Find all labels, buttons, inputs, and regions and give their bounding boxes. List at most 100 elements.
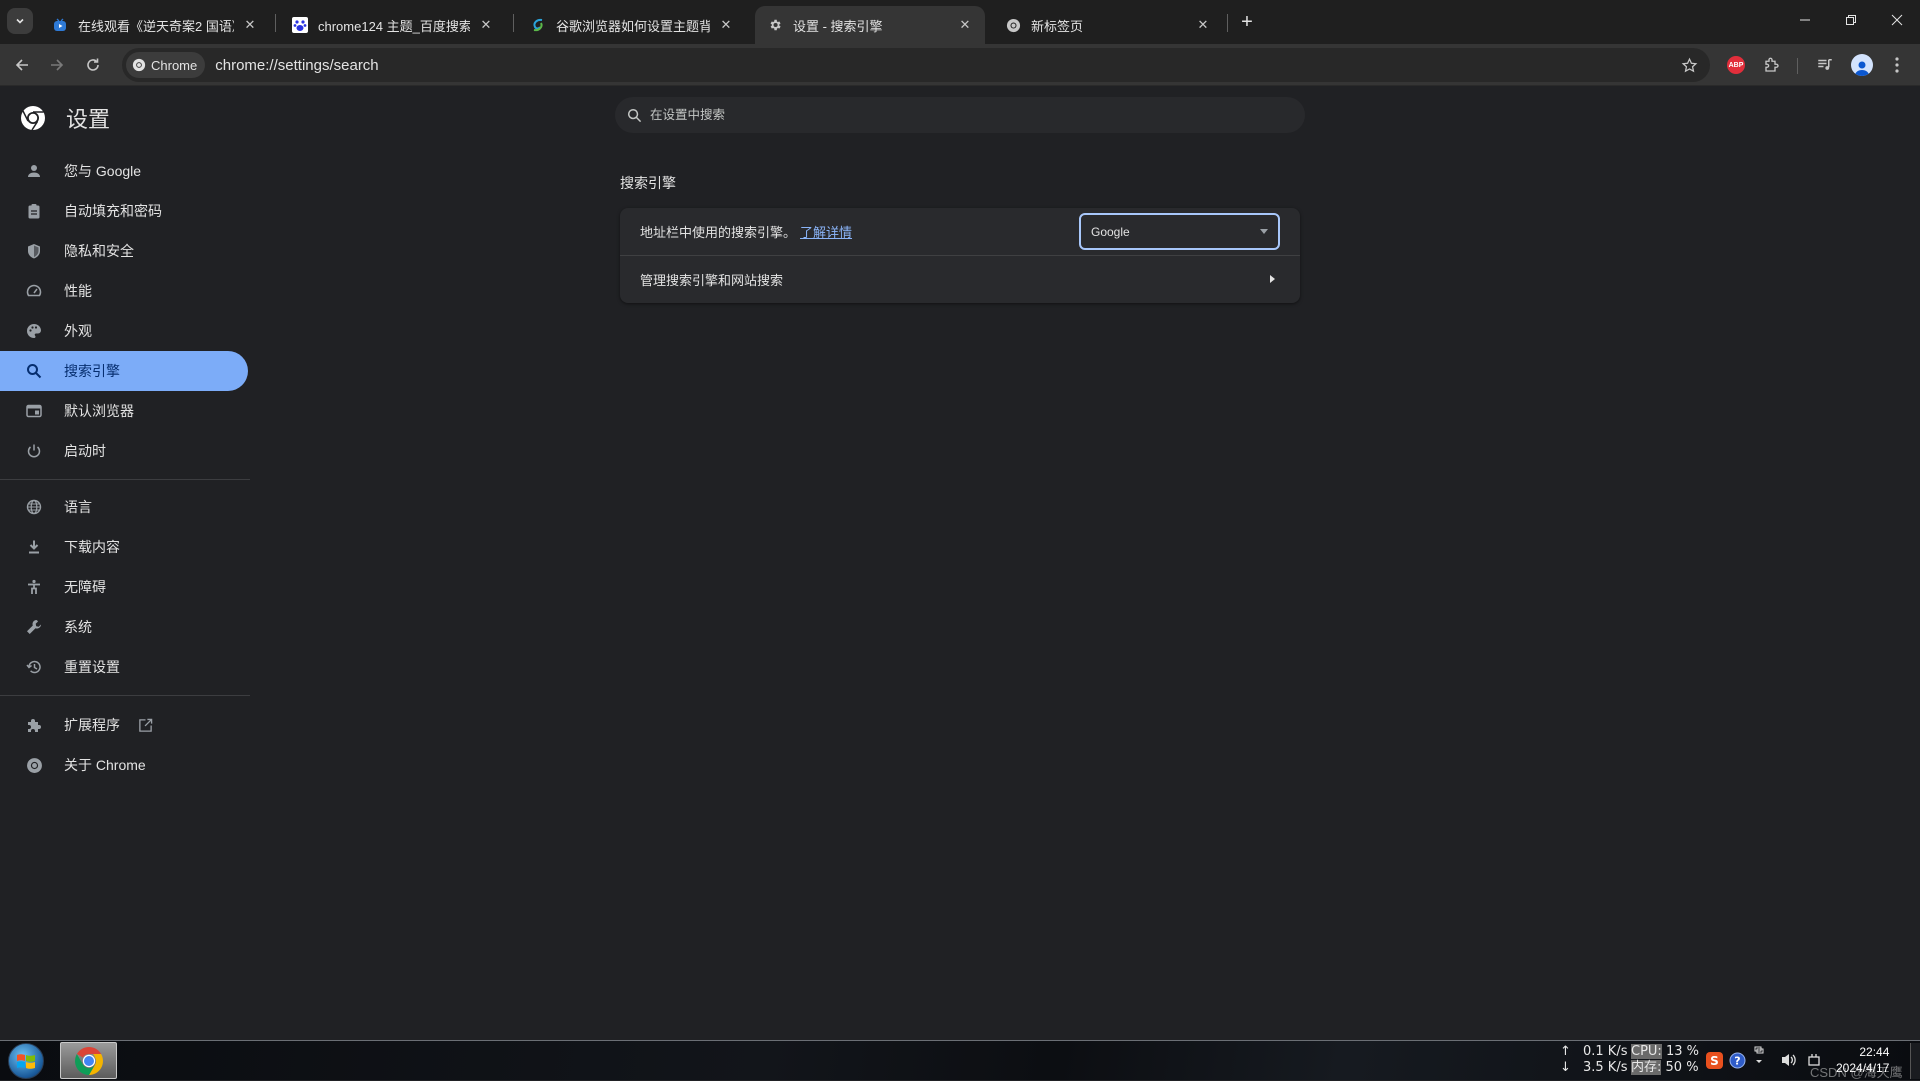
sidebar-item-you-and-google[interactable]: 您与 Google xyxy=(0,151,248,191)
baidu-paw-favicon xyxy=(292,17,308,33)
arrow-left-icon xyxy=(15,59,28,71)
video-site-favicon xyxy=(52,17,68,33)
clock-time: 22:44 xyxy=(1859,1045,1890,1059)
cpu-value: 13 % xyxy=(1665,1044,1699,1059)
sidebar-divider xyxy=(0,479,250,480)
show-hidden-icons-button[interactable] xyxy=(1750,1046,1768,1065)
memory-label: 内存: xyxy=(1631,1060,1662,1075)
help-icon[interactable]: ? xyxy=(1728,1051,1746,1069)
restore-icon xyxy=(1846,15,1856,25)
sidebar-item-privacy[interactable]: 隐私和安全 xyxy=(0,231,248,271)
tab-video[interactable]: 在线观看《逆天奇案2 国语》第 ✕ xyxy=(40,6,270,44)
sidebar-item-on-startup[interactable]: 启动时 xyxy=(0,431,248,471)
sidebar-item-label: 重置设置 xyxy=(64,659,120,675)
tab-title: 谷歌浏览器如何设置主题背景-( xyxy=(556,18,710,34)
windows-logo-icon xyxy=(17,1054,35,1069)
sidebar-item-performance[interactable]: 性能 xyxy=(0,271,248,311)
settings-search-box[interactable] xyxy=(615,97,1305,133)
puzzle-icon xyxy=(24,715,44,735)
chrome-icon xyxy=(1005,17,1021,33)
tab-theme-article[interactable]: 谷歌浏览器如何设置主题背景-( ✕ xyxy=(518,6,746,44)
learn-more-link[interactable]: 了解详情 xyxy=(800,222,852,241)
sidebar-divider xyxy=(0,695,250,696)
bookmark-star-button[interactable] xyxy=(1678,54,1700,76)
profile-button[interactable] xyxy=(1847,50,1877,80)
sidebar-item-accessibility[interactable]: 无障碍 xyxy=(0,567,248,607)
close-icon[interactable]: ✕ xyxy=(478,17,494,33)
sidebar-item-extensions[interactable]: 扩展程序 xyxy=(0,705,248,745)
sidebar-item-label: 关于 Chrome xyxy=(64,757,146,773)
sidebar-item-search-engine[interactable]: 搜索引擎 xyxy=(0,351,248,391)
reload-button[interactable] xyxy=(78,50,108,80)
tab-separator xyxy=(275,14,276,32)
url-text[interactable]: chrome://settings/search xyxy=(215,57,378,74)
address-bar-engine-label: 地址栏中使用的搜索引擎。 xyxy=(640,225,797,240)
sidebar-item-default-browser[interactable]: 默认浏览器 xyxy=(0,391,248,431)
sidebar-item-label: 扩展程序 xyxy=(64,717,120,733)
sogou-ime-icon[interactable]: S xyxy=(1705,1051,1723,1069)
palette-icon xyxy=(24,321,44,341)
taskbar-clock[interactable]: 22:44 2024/4/17 xyxy=(1836,1044,1889,1076)
settings-header: 设置 xyxy=(20,102,110,134)
clipboard-icon xyxy=(24,201,44,221)
chrome-icon xyxy=(132,58,146,72)
close-icon[interactable]: ✕ xyxy=(718,17,734,33)
tab-baidu[interactable]: chrome124 主题_百度搜索 ✕ xyxy=(280,6,506,44)
sidebar-item-label: 启动时 xyxy=(64,443,106,459)
manage-search-engines-row[interactable]: 管理搜索引擎和网站搜索 xyxy=(620,256,1300,303)
media-control-button[interactable] xyxy=(1810,50,1840,80)
sidebar-item-label: 外观 xyxy=(64,323,92,339)
back-button[interactable] xyxy=(7,50,37,80)
dropdown-caret-icon xyxy=(1260,229,1268,234)
manage-search-engines-label: 管理搜索引擎和网站搜索 xyxy=(640,273,784,288)
menu-button[interactable] xyxy=(1882,50,1912,80)
close-window-button[interactable] xyxy=(1874,0,1920,40)
page-title: 设置 xyxy=(66,107,111,132)
chrome-icon xyxy=(24,755,44,775)
site-info-chip[interactable]: Chrome xyxy=(126,52,206,78)
chevron-down-icon xyxy=(16,18,24,24)
tab-title: chrome124 主题_百度搜索 xyxy=(318,18,470,34)
tab-new-tab-page[interactable]: 新标签页 ✕ xyxy=(993,6,1223,44)
forward-button[interactable] xyxy=(42,50,72,80)
sidebar-item-languages[interactable]: 语言 xyxy=(0,487,248,527)
volume-icon[interactable] xyxy=(1780,1051,1798,1069)
sidebar-item-system[interactable]: 系统 xyxy=(0,607,248,647)
wrench-icon xyxy=(24,617,44,637)
search-engine-row: 地址栏中使用的搜索引擎。 了解详情 Google xyxy=(620,208,1300,256)
close-icon[interactable]: ✕ xyxy=(1195,17,1211,33)
sidebar-item-downloads[interactable]: 下载内容 xyxy=(0,527,248,567)
minimize-button[interactable] xyxy=(1782,0,1828,40)
taskbar-chrome-button[interactable] xyxy=(60,1042,117,1079)
tab-strip: 在线观看《逆天奇案2 国语》第 ✕ chrome124 主题_百度搜索 ✕ 谷歌… xyxy=(0,0,1920,44)
tab-title: 新标签页 xyxy=(1031,18,1084,34)
close-icon[interactable]: ✕ xyxy=(242,17,258,33)
show-desktop-button[interactable] xyxy=(1910,1043,1920,1079)
start-button[interactable] xyxy=(8,1043,44,1079)
search-engine-select[interactable]: Google xyxy=(1079,213,1280,250)
chrome-icon xyxy=(74,1046,103,1075)
memory-value: 50 % xyxy=(1665,1060,1699,1075)
restore-button[interactable] xyxy=(1828,0,1874,40)
sidebar-item-autofill[interactable]: 自动填充和密码 xyxy=(0,191,248,231)
reload-icon xyxy=(87,58,99,71)
close-icon xyxy=(1891,14,1903,26)
star-icon xyxy=(1681,57,1697,72)
svg-text:?: ? xyxy=(1734,1054,1740,1067)
sidebar-item-label: 语言 xyxy=(64,499,92,515)
sidebar-item-label: 默认浏览器 xyxy=(64,403,134,419)
clock-date: 2024/4/17 xyxy=(1836,1061,1890,1075)
settings-search-input[interactable] xyxy=(650,108,1250,122)
adblock-plus-button[interactable]: ABP xyxy=(1721,50,1751,80)
omnibox[interactable]: Chrome chrome://settings/search xyxy=(122,48,1710,82)
extensions-button[interactable] xyxy=(1757,50,1787,80)
tab-settings[interactable]: 设置 - 搜索引擎 ✕ xyxy=(755,6,985,44)
close-icon[interactable]: ✕ xyxy=(957,17,973,33)
tab-search-button[interactable] xyxy=(7,8,33,34)
sidebar-item-reset[interactable]: 重置设置 xyxy=(0,647,248,687)
sidebar-item-appearance[interactable]: 外观 xyxy=(0,311,248,351)
new-tab-button[interactable]: + xyxy=(1234,9,1260,35)
sidebar-item-about-chrome[interactable]: 关于 Chrome xyxy=(0,745,248,785)
person-icon xyxy=(1855,61,1869,76)
tab-title: 设置 - 搜索引擎 xyxy=(793,18,883,34)
